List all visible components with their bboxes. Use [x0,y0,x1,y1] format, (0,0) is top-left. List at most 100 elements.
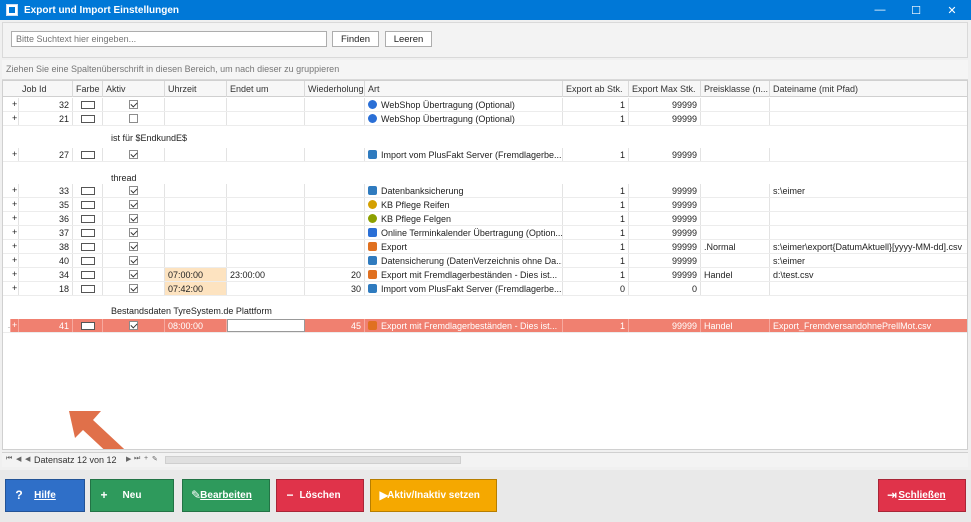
cell-preisklasse[interactable] [701,226,770,239]
cell-export-max[interactable]: 99999 [629,240,701,253]
expand-row-icon[interactable]: + [11,319,19,332]
cell-art[interactable]: Import vom PlusFakt Server (Fremdlagerbe… [365,148,563,161]
cell-export-ab[interactable]: 1 [563,112,629,125]
cell-export-max[interactable]: 0 [629,282,701,295]
delete-button[interactable]: − Löschen [276,479,364,512]
cell-art[interactable]: Datensicherung (DatenVerzeichnis ohne Da… [365,254,563,267]
nav-last-icon[interactable]: ⏭ [134,455,140,463]
cell-dateiname[interactable] [770,226,967,239]
cell-endet-um[interactable] [227,240,305,253]
table-row[interactable]: +40 Datensicherung (DatenVerzeichnis ohne… [3,254,967,268]
table-row-selected[interactable]: →+41 08:00:00 45 Export mit Fremdlagerbestä… [3,319,967,333]
active-checkbox[interactable] [129,270,138,279]
cell-art[interactable]: KB Pflege Felgen [365,212,563,225]
cell-art[interactable]: WebShop Übertragung (Optional) [365,98,563,111]
color-swatch[interactable] [80,151,95,159]
cell-uhrzeit[interactable] [165,112,227,125]
expand-row-icon[interactable]: + [11,112,19,125]
cell-wiederholung[interactable]: 30 [305,282,365,295]
cell-wiederholung[interactable] [305,212,365,225]
cell-farbe[interactable] [73,226,103,239]
cell-endet-um[interactable] [227,112,305,125]
cell-uhrzeit[interactable] [165,98,227,111]
cell-art[interactable]: Datenbanksicherung [365,184,563,197]
expand-row-icon[interactable]: + [11,226,19,239]
cell-preisklasse[interactable]: Handel [701,319,770,332]
cell-wiederholung[interactable] [305,254,365,267]
clear-button[interactable]: Leeren [385,31,432,47]
cell-export-max[interactable]: 99999 [629,112,701,125]
active-checkbox[interactable] [129,256,138,265]
table-row[interactable]: +27 Import vom PlusFakt Server (Fremdlage… [3,148,967,162]
color-swatch[interactable] [80,101,95,109]
active-checkbox[interactable] [129,114,138,123]
active-checkbox[interactable] [129,100,138,109]
header-col-farbe[interactable]: Farbe [73,81,103,97]
cell-export-ab[interactable]: 1 [563,226,629,239]
expand-row-icon[interactable]: + [11,198,19,211]
active-checkbox[interactable] [129,242,138,251]
cell-uhrzeit[interactable] [165,184,227,197]
cell-wiederholung[interactable]: 45 [305,319,365,332]
new-button[interactable]: + Neu [90,479,174,512]
cell-wiederholung[interactable] [305,112,365,125]
cell-export-ab[interactable]: 1 [563,319,629,332]
cell-wiederholung[interactable] [305,226,365,239]
cell-art[interactable]: Import vom PlusFakt Server (Fremdlagerbe… [365,282,563,295]
cell-export-ab[interactable]: 1 [563,268,629,281]
cell-dateiname[interactable]: d:\test.csv [770,268,967,281]
table-row[interactable]: +35 KB Pflege Reifen 1 99999 [3,198,967,212]
color-swatch[interactable] [80,229,95,237]
color-swatch[interactable] [80,285,95,293]
cell-aktiv[interactable] [103,240,165,253]
cell-endet-um[interactable] [227,226,305,239]
cell-dateiname[interactable]: Export_FremdversandohnePrellMot.csv [770,319,967,332]
cell-wiederholung[interactable] [305,148,365,161]
cell-uhrzeit[interactable] [165,240,227,253]
cell-dateiname[interactable] [770,212,967,225]
cell-farbe[interactable] [73,148,103,161]
color-swatch[interactable] [80,215,95,223]
cell-endet-um[interactable] [227,319,305,332]
cell-export-ab[interactable]: 1 [563,198,629,211]
active-checkbox[interactable] [129,186,138,195]
header-col-wiederholung[interactable]: Wiederholung [305,81,365,97]
active-checkbox[interactable] [129,150,138,159]
group-panel[interactable]: Ziehen Sie eine Spaltenüberschrift in di… [2,60,968,80]
color-swatch[interactable] [80,243,95,251]
nav-add-icon[interactable]: + [144,455,148,462]
cell-aktiv[interactable] [103,319,165,332]
nav-prev-icon[interactable]: ◀ [16,455,21,463]
cell-preisklasse[interactable] [701,212,770,225]
cell-preisklasse[interactable] [701,184,770,197]
color-swatch[interactable] [80,271,95,279]
cell-dateiname[interactable] [770,282,967,295]
table-row[interactable]: +34 07:00:00 23:00:00 20 Export mit Fremdlag… [3,268,967,282]
active-checkbox[interactable] [129,228,138,237]
header-col-uhrzeit[interactable]: Uhrzeit [165,81,227,97]
cell-endet-um[interactable] [227,98,305,111]
cell-endet-um[interactable] [227,148,305,161]
maximize-button[interactable]: ☐ [898,0,934,20]
cell-export-ab[interactable]: 1 [563,148,629,161]
active-checkbox[interactable] [129,200,138,209]
close-window-button[interactable]: ✕ [934,0,970,20]
cell-wiederholung[interactable] [305,198,365,211]
close-button[interactable]: ⇥ Schließen [878,479,966,512]
nav-prev-page-icon[interactable]: ◀ [25,455,30,463]
cell-export-max[interactable]: 99999 [629,198,701,211]
cell-preisklasse[interactable] [701,254,770,267]
cell-endet-um[interactable] [227,282,305,295]
header-col-export-max[interactable]: Export Max Stk. [629,81,701,97]
cell-dateiname[interactable]: s:\eimer\export{DatumAktuell}[yyyy-MM-dd… [770,240,967,253]
cell-aktiv[interactable] [103,268,165,281]
cell-aktiv[interactable] [103,282,165,295]
cell-preisklasse[interactable] [701,282,770,295]
cell-wiederholung[interactable]: 20 [305,268,365,281]
table-row[interactable]: +21 WebShop Übertragung (Optional) 1 99999 [3,112,967,126]
toggle-active-button[interactable]: ▶ Aktiv/Inaktiv setzen [370,479,497,512]
cell-art[interactable]: Online Terminkalender Übertragung (Optio… [365,226,563,239]
cell-export-max[interactable]: 99999 [629,184,701,197]
help-button[interactable]: ? Hilfe [5,479,85,512]
cell-uhrzeit[interactable]: 07:42:00 [165,282,227,295]
